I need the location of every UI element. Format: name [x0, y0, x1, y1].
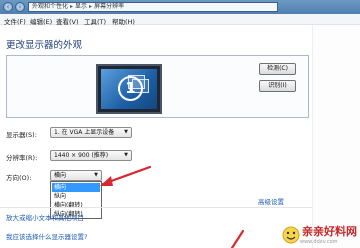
watermark-url: www.ddxv.com [300, 239, 338, 245]
annotation-arrow-icon [100, 165, 245, 248]
watermark-text: 亲亲好料网 [302, 225, 357, 238]
watermark-logo-icon [282, 226, 300, 244]
